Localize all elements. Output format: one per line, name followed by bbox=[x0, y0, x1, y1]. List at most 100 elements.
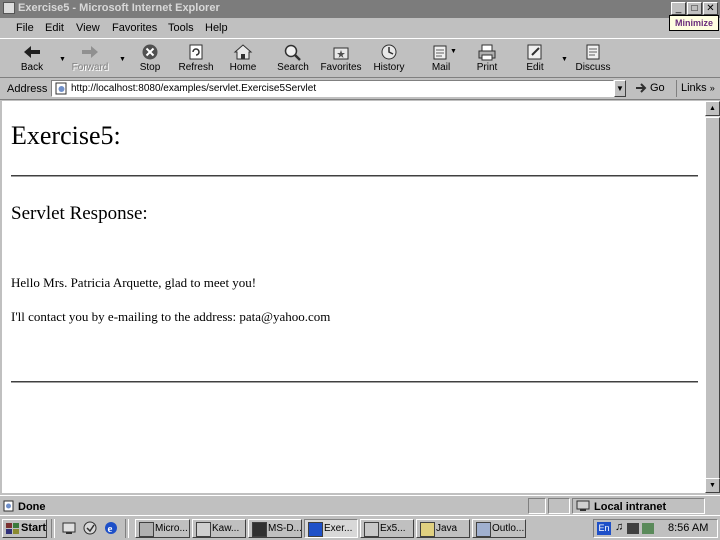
menu-bar: File Edit View Favorites Tools Help bbox=[0, 18, 720, 38]
edit-dropdown-icon[interactable]: ▼ bbox=[561, 56, 568, 63]
discuss-icon bbox=[586, 44, 600, 60]
ie-window-icon[interactable] bbox=[3, 2, 15, 14]
maximize-button[interactable]: □ bbox=[687, 2, 702, 15]
taskbar: Start e Micro... Kaw... MS-D... Exer... … bbox=[0, 515, 720, 540]
internet-explorer-icon[interactable]: e bbox=[104, 521, 118, 535]
outlook-icon bbox=[476, 522, 491, 537]
scroll-up-icon[interactable]: ▲ bbox=[705, 101, 720, 116]
contact-text: I'll contact you by e-mailing to the add… bbox=[11, 309, 331, 324]
links-label: Links bbox=[681, 82, 707, 94]
search-button[interactable]: Search bbox=[270, 41, 316, 77]
zone-text: Local intranet bbox=[594, 501, 667, 513]
refresh-icon bbox=[189, 44, 203, 60]
go-button[interactable]: Go bbox=[634, 80, 670, 97]
taskbar-button-msdos[interactable]: MS-D... bbox=[248, 519, 302, 538]
print-label: Print bbox=[476, 62, 498, 73]
app-icon bbox=[139, 522, 154, 537]
printer-icon bbox=[478, 44, 496, 61]
refresh-button[interactable]: Refresh bbox=[173, 41, 219, 77]
windows-logo-icon bbox=[6, 523, 19, 534]
taskbar-button-kawa[interactable]: Kaw... bbox=[192, 519, 246, 538]
home-button[interactable]: Home bbox=[220, 41, 266, 77]
clock[interactable]: 8:56 AM bbox=[668, 522, 708, 534]
taskbar-button-exercise[interactable]: Exer... bbox=[304, 519, 358, 538]
history-button[interactable]: History bbox=[366, 41, 412, 77]
status-pane bbox=[548, 498, 570, 514]
start-label: Start bbox=[21, 522, 47, 534]
language-indicator[interactable]: En bbox=[597, 522, 611, 535]
taskbar-button-outlook[interactable]: Outlo... bbox=[472, 519, 526, 538]
favorites-button[interactable]: Favorites bbox=[318, 41, 364, 77]
taskbar-divider bbox=[51, 519, 55, 538]
tray-app-icon[interactable] bbox=[627, 523, 639, 534]
taskbar-button-ex5[interactable]: Ex5... bbox=[360, 519, 414, 538]
start-button[interactable]: Start bbox=[2, 519, 47, 538]
menu-favorites[interactable]: Favorites bbox=[112, 22, 157, 34]
stop-label: Stop bbox=[139, 62, 161, 73]
close-button[interactable]: ✕ bbox=[703, 2, 718, 15]
resize-grip-icon[interactable] bbox=[707, 499, 719, 513]
menu-help[interactable]: Help bbox=[205, 22, 228, 34]
go-label: Go bbox=[650, 82, 665, 94]
forward-dropdown-icon[interactable]: ▼ bbox=[119, 56, 126, 63]
favorites-folder-icon bbox=[333, 47, 349, 60]
edit-button[interactable]: Edit bbox=[512, 41, 558, 77]
task-label: Java bbox=[436, 523, 458, 534]
scroll-thumb[interactable] bbox=[705, 117, 720, 479]
back-button[interactable]: Back bbox=[9, 41, 55, 77]
taskbar-button-micro[interactable]: Micro... bbox=[135, 519, 190, 538]
page-icon bbox=[55, 82, 67, 95]
vertical-scrollbar[interactable]: ▲ ▼ bbox=[705, 101, 720, 493]
horizontal-rule bbox=[11, 175, 698, 177]
back-label: Back bbox=[20, 62, 44, 73]
task-label: Kaw... bbox=[212, 523, 240, 534]
taskbar-button-java[interactable]: Java bbox=[416, 519, 470, 538]
back-dropdown-icon[interactable]: ▼ bbox=[59, 56, 66, 63]
page-content: Exercise5: Servlet Response: Hello Mrs. … bbox=[2, 101, 705, 493]
task-label: Exer... bbox=[324, 523, 353, 534]
internet-explorer-icon bbox=[308, 522, 323, 537]
stop-button[interactable]: Stop bbox=[127, 41, 173, 77]
print-button[interactable]: Print bbox=[464, 41, 510, 77]
horizontal-rule bbox=[11, 381, 698, 383]
menu-edit[interactable]: Edit bbox=[45, 22, 64, 34]
standard-toolbar: Back ▼ Forward ▼ Stop Refresh Home Searc… bbox=[0, 38, 720, 78]
speaker-icon[interactable]: ♫ bbox=[615, 521, 623, 533]
page-done-icon bbox=[3, 500, 14, 512]
scroll-down-icon[interactable]: ▼ bbox=[705, 478, 720, 493]
mail-dropdown-icon[interactable]: ▼ bbox=[450, 48, 457, 55]
edit-label: Edit bbox=[526, 62, 544, 73]
menu-view[interactable]: View bbox=[76, 22, 100, 34]
network-icon[interactable] bbox=[642, 523, 654, 534]
menu-tools[interactable]: Tools bbox=[168, 22, 194, 34]
msdos-icon bbox=[252, 522, 267, 537]
address-label: Address bbox=[7, 83, 48, 95]
minimize-tooltip: Minimize bbox=[669, 15, 719, 31]
home-icon bbox=[233, 44, 253, 60]
forward-button[interactable]: Forward bbox=[67, 41, 113, 77]
chevron-right-icon: » bbox=[709, 83, 715, 93]
desktop-icon[interactable] bbox=[62, 521, 76, 535]
minimize-button[interactable]: _ bbox=[671, 2, 686, 15]
mail-label: Mail bbox=[431, 62, 451, 73]
mail-button[interactable]: Mail bbox=[418, 41, 464, 77]
go-arrow-icon bbox=[636, 83, 647, 93]
status-bar: Done Local intranet bbox=[0, 495, 720, 516]
links-button[interactable]: Links » bbox=[676, 80, 718, 97]
svg-text:e: e bbox=[108, 523, 113, 535]
app-icon bbox=[196, 522, 211, 537]
outlook-express-icon[interactable] bbox=[83, 521, 97, 535]
edit-page-icon bbox=[527, 44, 542, 60]
task-label: Ex5... bbox=[380, 523, 406, 534]
home-label: Home bbox=[229, 62, 257, 73]
task-label: Micro... bbox=[155, 523, 188, 534]
address-input[interactable]: http://localhost:8080/examples/servlet.E… bbox=[51, 80, 614, 97]
title-bar[interactable]: Exercise5 - Microsoft Internet Explorer … bbox=[0, 0, 720, 18]
menu-file[interactable]: File bbox=[16, 22, 34, 34]
address-dropdown-icon[interactable]: ▼ bbox=[614, 80, 626, 97]
back-arrow-icon bbox=[24, 46, 40, 58]
stop-icon bbox=[142, 44, 158, 60]
greeting-text: Hello Mrs. Patricia Arquette, glad to me… bbox=[11, 275, 257, 290]
system-tray: En ♫ 8:56 AM bbox=[593, 519, 718, 538]
discuss-button[interactable]: Discuss bbox=[570, 41, 616, 77]
